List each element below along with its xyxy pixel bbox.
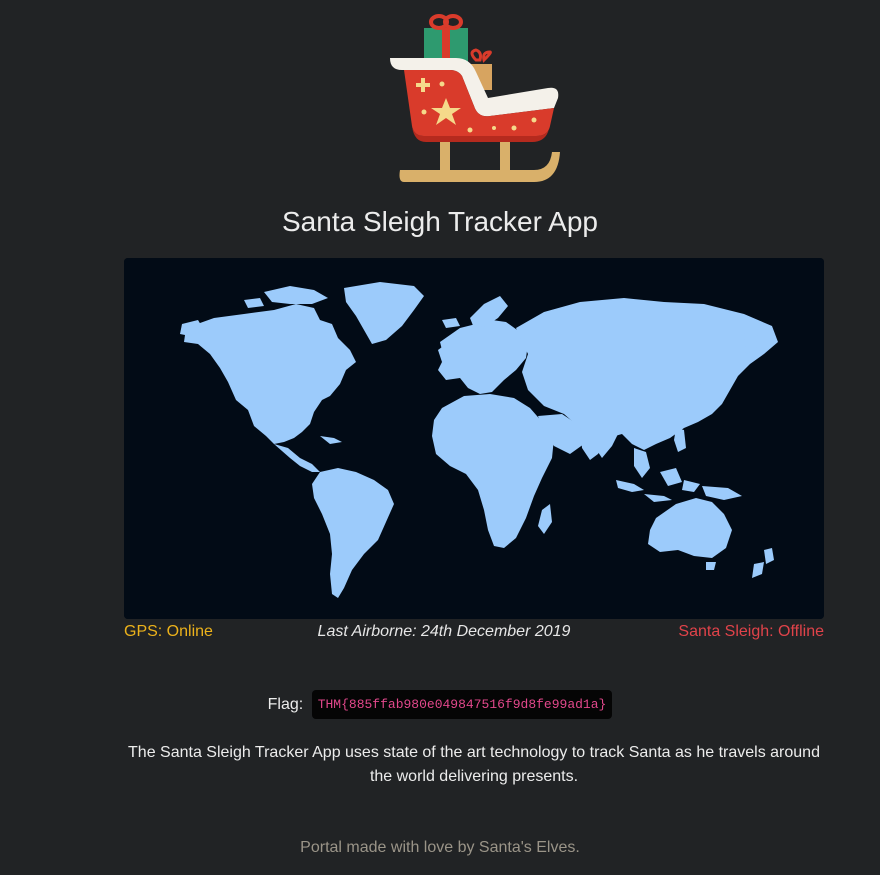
app-description: The Santa Sleigh Tracker App uses state … — [128, 744, 820, 785]
world-map — [124, 258, 824, 619]
flag-label: Flag: — [267, 695, 304, 713]
page: Santa Sleigh Tracker App GPS: Online Las… — [0, 0, 880, 875]
page-title: Santa Sleigh Tracker App — [282, 206, 598, 237]
sleigh-status: Santa Sleigh: Offline — [678, 623, 824, 640]
flag-row: Flag: THM{885ffab980e049847516f9d8fe99ad… — [0, 690, 880, 719]
status-bar: GPS: Online Last Airborne: 24th December… — [124, 623, 824, 643]
footer-text: Portal made with love by Santa's Elves. — [300, 839, 580, 856]
santa-sleigh-icon — [390, 14, 560, 182]
last-airborne-status: Last Airborne: 24th December 2019 — [317, 623, 571, 640]
flag-value: THM{885ffab980e049847516f9d8fe99ad1a} — [311, 690, 613, 719]
